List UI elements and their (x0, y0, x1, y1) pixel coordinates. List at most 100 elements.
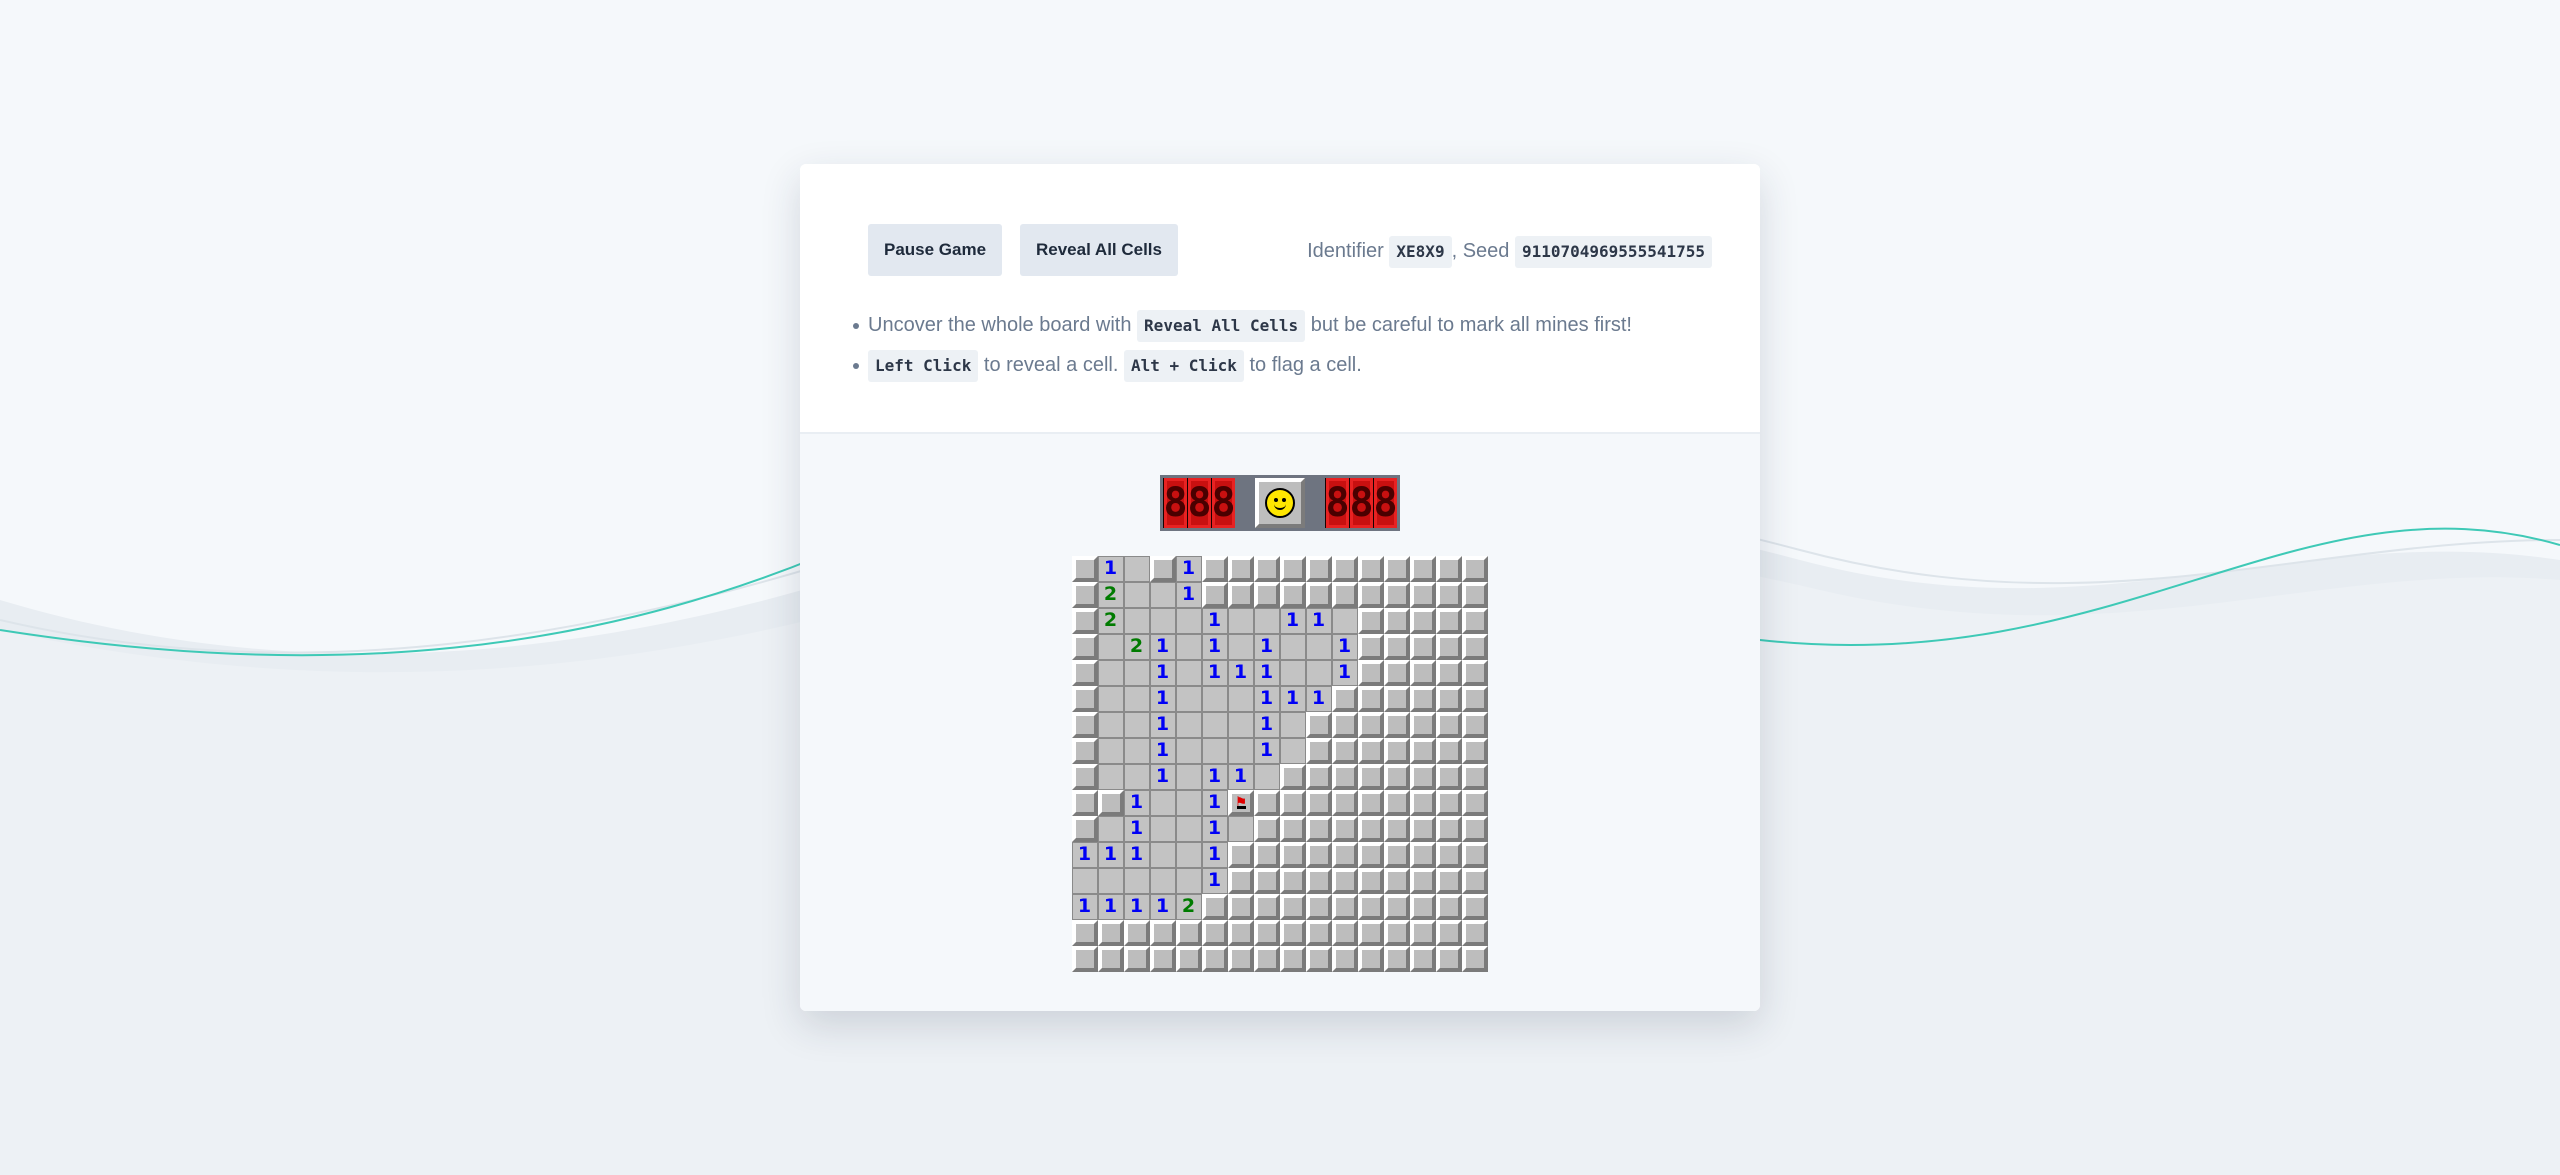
hidden-cell[interactable] (1358, 738, 1384, 764)
hidden-cell[interactable] (1410, 712, 1436, 738)
hidden-cell[interactable] (1072, 738, 1098, 764)
hidden-cell[interactable] (1072, 608, 1098, 634)
hidden-cell[interactable] (1306, 946, 1332, 972)
hidden-cell[interactable] (1176, 920, 1202, 946)
hidden-cell[interactable] (1072, 764, 1098, 790)
hidden-cell[interactable] (1306, 790, 1332, 816)
hidden-cell[interactable] (1202, 920, 1228, 946)
hidden-cell[interactable] (1462, 790, 1488, 816)
hidden-cell[interactable] (1436, 738, 1462, 764)
hidden-cell[interactable] (1462, 556, 1488, 582)
hidden-cell[interactable] (1410, 946, 1436, 972)
hidden-cell[interactable] (1462, 582, 1488, 608)
hidden-cell[interactable] (1332, 894, 1358, 920)
hidden-cell[interactable] (1332, 712, 1358, 738)
hidden-cell[interactable] (1332, 920, 1358, 946)
hidden-cell[interactable] (1306, 816, 1332, 842)
hidden-cell[interactable] (1462, 634, 1488, 660)
hidden-cell[interactable] (1436, 816, 1462, 842)
hidden-cell[interactable] (1332, 738, 1358, 764)
hidden-cell[interactable] (1332, 764, 1358, 790)
hidden-cell[interactable] (1410, 920, 1436, 946)
hidden-cell[interactable] (1410, 894, 1436, 920)
hidden-cell[interactable] (1098, 920, 1124, 946)
hidden-cell[interactable] (1072, 712, 1098, 738)
hidden-cell[interactable] (1228, 556, 1254, 582)
hidden-cell[interactable] (1358, 894, 1384, 920)
hidden-cell[interactable] (1358, 582, 1384, 608)
hidden-cell[interactable] (1384, 816, 1410, 842)
hidden-cell[interactable] (1436, 868, 1462, 894)
hidden-cell[interactable] (1436, 764, 1462, 790)
hidden-cell[interactable] (1280, 868, 1306, 894)
hidden-cell[interactable] (1306, 582, 1332, 608)
hidden-cell[interactable] (1306, 868, 1332, 894)
hidden-cell[interactable] (1124, 920, 1150, 946)
hidden-cell[interactable] (1410, 816, 1436, 842)
hidden-cell[interactable] (1228, 582, 1254, 608)
hidden-cell[interactable] (1358, 660, 1384, 686)
hidden-cell[interactable] (1358, 556, 1384, 582)
hidden-cell[interactable] (1254, 816, 1280, 842)
hidden-cell[interactable] (1306, 738, 1332, 764)
hidden-cell[interactable] (1254, 842, 1280, 868)
hidden-cell[interactable] (1228, 894, 1254, 920)
reset-smiley-button[interactable] (1255, 478, 1305, 528)
hidden-cell[interactable] (1410, 868, 1436, 894)
hidden-cell[interactable] (1462, 868, 1488, 894)
hidden-cell[interactable] (1384, 556, 1410, 582)
hidden-cell[interactable] (1384, 686, 1410, 712)
hidden-cell[interactable] (1384, 842, 1410, 868)
hidden-cell[interactable] (1254, 790, 1280, 816)
hidden-cell[interactable] (1254, 868, 1280, 894)
hidden-cell[interactable] (1384, 764, 1410, 790)
reveal-all-cells-button[interactable]: Reveal All Cells (1020, 224, 1178, 276)
hidden-cell[interactable] (1384, 608, 1410, 634)
hidden-cell[interactable] (1228, 946, 1254, 972)
hidden-cell[interactable] (1150, 946, 1176, 972)
hidden-cell[interactable] (1254, 946, 1280, 972)
hidden-cell[interactable] (1254, 894, 1280, 920)
hidden-cell[interactable] (1280, 764, 1306, 790)
hidden-cell[interactable] (1280, 790, 1306, 816)
hidden-cell[interactable] (1358, 608, 1384, 634)
hidden-cell[interactable] (1254, 582, 1280, 608)
pause-game-button[interactable]: Pause Game (868, 224, 1003, 276)
hidden-cell[interactable] (1436, 894, 1462, 920)
hidden-cell[interactable] (1280, 946, 1306, 972)
hidden-cell[interactable] (1332, 946, 1358, 972)
hidden-cell[interactable] (1098, 946, 1124, 972)
hidden-cell[interactable] (1176, 946, 1202, 972)
hidden-cell[interactable] (1072, 660, 1098, 686)
hidden-cell[interactable] (1280, 556, 1306, 582)
hidden-cell[interactable] (1462, 608, 1488, 634)
hidden-cell[interactable] (1072, 920, 1098, 946)
hidden-cell[interactable] (1462, 842, 1488, 868)
hidden-cell[interactable] (1358, 920, 1384, 946)
hidden-cell[interactable] (1462, 738, 1488, 764)
hidden-cell[interactable] (1072, 582, 1098, 608)
hidden-cell[interactable] (1384, 868, 1410, 894)
hidden-cell[interactable] (1280, 582, 1306, 608)
hidden-cell[interactable] (1150, 556, 1176, 582)
hidden-cell[interactable] (1462, 712, 1488, 738)
hidden-cell[interactable] (1410, 634, 1436, 660)
hidden-cell[interactable] (1332, 556, 1358, 582)
hidden-cell[interactable] (1462, 686, 1488, 712)
hidden-cell[interactable] (1436, 946, 1462, 972)
hidden-cell[interactable] (1436, 608, 1462, 634)
hidden-cell[interactable] (1384, 712, 1410, 738)
hidden-cell[interactable] (1280, 816, 1306, 842)
hidden-cell[interactable] (1332, 816, 1358, 842)
hidden-cell[interactable] (1228, 842, 1254, 868)
hidden-cell[interactable] (1384, 738, 1410, 764)
hidden-cell[interactable] (1306, 920, 1332, 946)
hidden-cell[interactable] (1358, 686, 1384, 712)
hidden-cell[interactable] (1462, 920, 1488, 946)
hidden-cell[interactable] (1332, 842, 1358, 868)
hidden-cell[interactable] (1436, 634, 1462, 660)
hidden-cell[interactable] (1384, 660, 1410, 686)
hidden-cell[interactable] (1124, 946, 1150, 972)
hidden-cell[interactable] (1202, 582, 1228, 608)
flag-icon[interactable]: ⚑ (1228, 790, 1254, 816)
